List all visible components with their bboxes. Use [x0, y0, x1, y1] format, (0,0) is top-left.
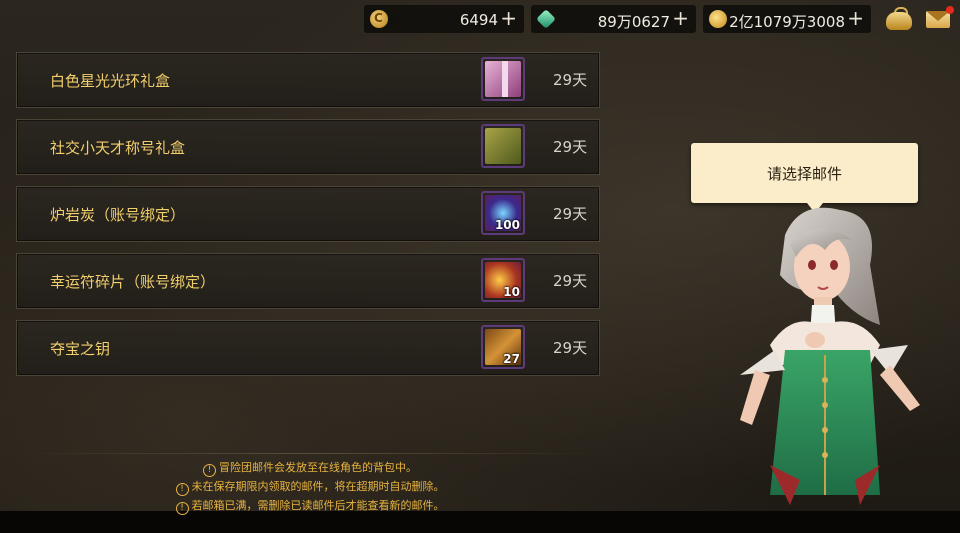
item-count: 27 [503, 352, 520, 366]
note-line: ! 冒险团邮件会发放至在线角色的背包中。 [130, 458, 490, 477]
gem-value: 89万0627 [597, 13, 670, 31]
gold-value: 2亿1079万3008 [729, 13, 845, 31]
bubble-text: 请选择邮件 [766, 165, 842, 183]
warning-icon: ! [203, 464, 216, 477]
currency-bar: 6494 + 89万0627 + 2亿1079万3008 + [0, 0, 960, 40]
cera-currency: 6494 + [364, 5, 524, 33]
warning-icon: ! [175, 502, 189, 515]
notification-dot [946, 6, 954, 14]
divider [16, 453, 600, 454]
add-gold-button[interactable]: + [847, 7, 864, 29]
treasure-key-icon: 27 [481, 325, 525, 369]
mail-days: 29天 [553, 71, 588, 89]
add-gem-button[interactable]: + [672, 7, 689, 29]
speech-bubble: 请选择邮件 [691, 143, 918, 213]
mail-row[interactable]: 夺宝之钥 27 29天 [16, 320, 600, 376]
lucky-charm-icon: 10 [481, 258, 525, 302]
gem-currency: 89万0627 + [531, 5, 696, 33]
green-gem-icon [536, 9, 556, 29]
item-count: 10 [503, 285, 520, 299]
mail-days: 29天 [553, 272, 588, 290]
mail-title: 夺宝之钥 [50, 340, 111, 358]
item-count: 100 [494, 218, 520, 232]
mail-title: 幸运符碎片（账号绑定） [50, 273, 216, 291]
note-line: ! 若邮箱已满，需删除已读邮件后才能查看新的邮件。 [130, 496, 490, 515]
gold-currency: 2亿1079万3008 + [703, 5, 871, 33]
mail-row[interactable]: 社交小天才称号礼盒 29天 [16, 119, 600, 175]
mail-title: 炉岩炭（账号绑定） [50, 206, 186, 224]
gold-coin-icon [709, 10, 727, 28]
mail-row[interactable]: 幸运符碎片（账号绑定） 10 29天 [16, 253, 600, 309]
mail-days: 29天 [553, 339, 588, 357]
mail-notes: ! 冒险团邮件会发放至在线角色的背包中。 ! 未在保存期限内领取的邮件，将在超期时自… [130, 458, 490, 515]
title-box-icon [481, 124, 525, 168]
npc-character-image [740, 207, 920, 505]
gift-box-icon [481, 57, 525, 101]
mail-title: 社交小天才称号礼盒 [50, 139, 186, 157]
add-cera-button[interactable]: + [500, 7, 517, 29]
mail-icon[interactable] [924, 6, 954, 32]
mail-list: 白色星光光环礼盒 29天 社交小天才称号礼盒 29天 炉岩炭（账号绑定） 100… [16, 52, 600, 387]
cera-value: 6494 [459, 11, 498, 29]
mail-days: 29天 [553, 205, 588, 223]
cera-coin-icon [370, 10, 388, 28]
mail-row[interactable]: 炉岩炭（账号绑定） 100 29天 [16, 186, 600, 242]
mail-title: 白色星光光环礼盒 [50, 72, 171, 90]
mail-row[interactable]: 白色星光光环礼盒 29天 [16, 52, 600, 108]
note-line: ! 未在保存期限内领取的邮件，将在超期时自动删除。 [130, 477, 490, 496]
coal-icon: 100 [481, 191, 525, 235]
mail-days: 29天 [553, 138, 588, 156]
warning-icon: ! [175, 483, 189, 496]
bag-icon[interactable] [884, 6, 914, 32]
